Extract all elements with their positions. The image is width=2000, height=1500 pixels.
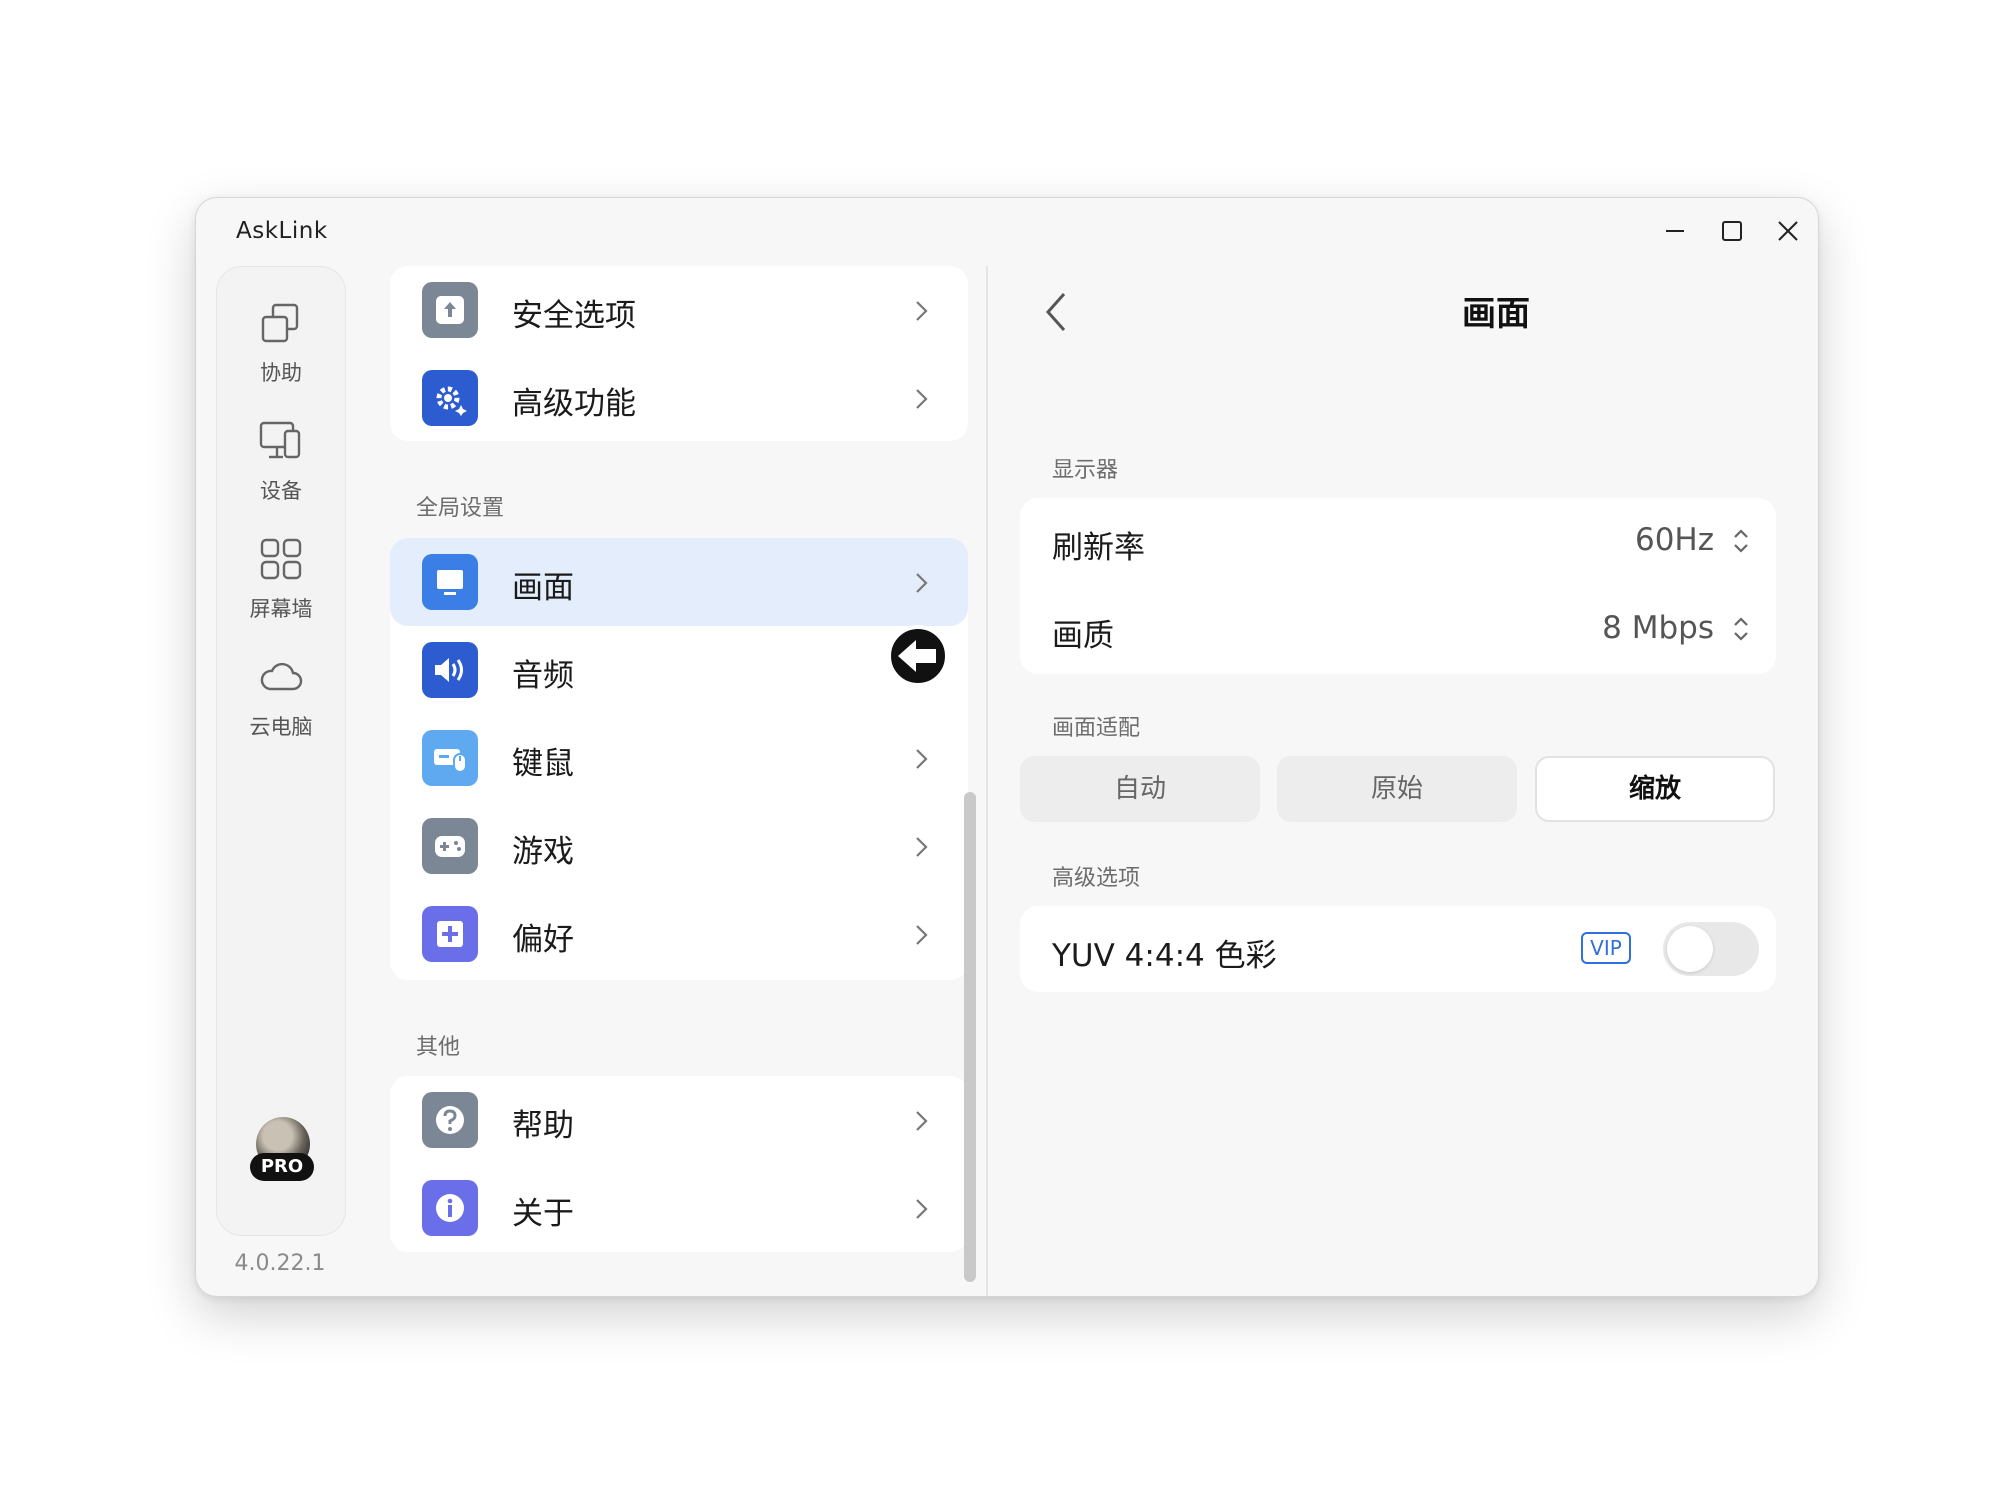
menu-item-game[interactable]: 游戏 bbox=[390, 802, 968, 890]
chevron-up-down-icon[interactable] bbox=[1732, 614, 1750, 644]
screen-wall-icon bbox=[260, 538, 302, 580]
info-icon bbox=[422, 1180, 478, 1236]
cloud-icon bbox=[260, 662, 303, 691]
menu-item-label: 画面 bbox=[512, 570, 574, 606]
rail-label: 设备 bbox=[260, 479, 302, 503]
quality-select[interactable]: 8 Mbps bbox=[1602, 610, 1714, 646]
vip-badge: VIP bbox=[1581, 932, 1631, 964]
settings-menu: 安全选项 高级功能 全局设置 画面 音频 键鼠 游戏 偏好 其他 帮助 关于 bbox=[374, 266, 978, 1296]
chevron-right-icon bbox=[916, 837, 928, 857]
menu-item-label: 高级功能 bbox=[512, 386, 636, 422]
menu-item-label: 音频 bbox=[512, 658, 574, 694]
menu-item-help[interactable]: 帮助 bbox=[390, 1076, 968, 1164]
rail-item-collaborate[interactable]: 协助 bbox=[217, 295, 345, 405]
menu-item-display[interactable]: 画面 bbox=[390, 538, 968, 626]
menu-scrollbar[interactable] bbox=[964, 792, 976, 1282]
section-title-other: 其他 bbox=[416, 1035, 461, 1060]
menu-item-about[interactable]: 关于 bbox=[390, 1164, 968, 1252]
chevron-right-icon bbox=[916, 301, 928, 321]
collaborate-icon bbox=[261, 303, 299, 343]
quality-row: 画质 8 Mbps bbox=[1020, 586, 1776, 674]
yuv-toggle[interactable] bbox=[1663, 922, 1759, 976]
menu-item-preferences[interactable]: 偏好 bbox=[390, 890, 968, 978]
section-title-fit: 画面适配 bbox=[1052, 716, 1141, 741]
devices-icon bbox=[259, 421, 301, 459]
close-icon bbox=[1778, 221, 1798, 241]
menu-item-label: 键鼠 bbox=[512, 746, 574, 782]
section-title-global: 全局设置 bbox=[416, 496, 505, 521]
refresh-rate-row: 刷新率 60Hz bbox=[1020, 498, 1776, 586]
menu-card-global: 画面 音频 键鼠 游戏 偏好 bbox=[390, 538, 968, 980]
rail-item-cloud-pc[interactable]: 云电脑 bbox=[217, 649, 345, 759]
menu-item-label: 安全选项 bbox=[512, 298, 636, 334]
minimize-button[interactable] bbox=[1649, 208, 1701, 254]
minimize-icon bbox=[1666, 230, 1684, 232]
gear-sparkle-icon bbox=[422, 370, 478, 426]
menu-item-advanced[interactable]: 高级功能 bbox=[390, 354, 968, 442]
section-title-advanced: 高级选项 bbox=[1052, 866, 1141, 891]
security-upload-icon bbox=[422, 282, 478, 338]
maximize-icon bbox=[1722, 221, 1742, 241]
menu-item-label: 偏好 bbox=[512, 922, 574, 958]
rail-label: 云电脑 bbox=[249, 715, 313, 739]
menu-item-security[interactable]: 安全选项 bbox=[390, 266, 968, 354]
version-label: 4.0.22.1 bbox=[234, 1251, 326, 1276]
fit-option-auto[interactable]: 自动 bbox=[1020, 756, 1260, 822]
toggle-knob bbox=[1667, 926, 1713, 972]
menu-card-other: 帮助 关于 bbox=[390, 1076, 968, 1252]
page-title: 画面 bbox=[1462, 294, 1530, 334]
fit-option-original[interactable]: 原始 bbox=[1277, 756, 1517, 822]
menu-item-label: 帮助 bbox=[512, 1108, 574, 1144]
yuv-label: YUV 4:4:4 色彩 bbox=[1052, 938, 1277, 974]
pro-badge: PRO bbox=[250, 1153, 314, 1181]
back-button[interactable] bbox=[1036, 286, 1076, 338]
menu-item-label: 游戏 bbox=[512, 834, 574, 870]
quality-label: 画质 bbox=[1052, 618, 1114, 654]
speaker-icon bbox=[422, 642, 478, 698]
close-button[interactable] bbox=[1762, 208, 1814, 254]
plus-box-icon bbox=[422, 906, 478, 962]
refresh-rate-label: 刷新率 bbox=[1052, 530, 1145, 566]
rail-label: 屏幕墙 bbox=[249, 597, 313, 621]
display-card: 刷新率 60Hz 画质 8 Mbps bbox=[1020, 498, 1776, 674]
fit-option-scale[interactable]: 缩放 bbox=[1535, 756, 1775, 822]
rail-item-devices[interactable]: 设备 bbox=[217, 413, 345, 523]
user-avatar[interactable]: PRO bbox=[250, 1117, 314, 1189]
back-arrow-cursor-icon bbox=[887, 625, 949, 687]
chevron-right-icon bbox=[916, 925, 928, 945]
keyboard-mouse-icon bbox=[422, 730, 478, 786]
menu-item-label: 关于 bbox=[512, 1196, 574, 1232]
menu-item-audio[interactable]: 音频 bbox=[390, 626, 968, 714]
rail-label: 协助 bbox=[260, 361, 302, 385]
nav-rail: 协助 设备 屏幕墙 云电脑 PRO bbox=[216, 266, 346, 1236]
gamepad-icon bbox=[422, 818, 478, 874]
menu-card-top: 安全选项 高级功能 bbox=[390, 266, 968, 441]
panel-divider bbox=[986, 266, 988, 1296]
chevron-right-icon bbox=[916, 749, 928, 769]
rail-item-screen-wall[interactable]: 屏幕墙 bbox=[217, 531, 345, 641]
maximize-button[interactable] bbox=[1706, 208, 1758, 254]
app-window: AskLink 协助 设备 屏幕墙 云电脑 PRO 4.0.22.1 安全选项 … bbox=[195, 197, 1819, 1297]
chevron-right-icon bbox=[916, 1111, 928, 1131]
chevron-up-down-icon[interactable] bbox=[1732, 526, 1750, 556]
monitor-icon bbox=[422, 554, 478, 610]
menu-item-keyboard-mouse[interactable]: 键鼠 bbox=[390, 714, 968, 802]
section-title-display: 显示器 bbox=[1052, 458, 1119, 483]
chevron-right-icon bbox=[916, 573, 928, 593]
refresh-rate-select[interactable]: 60Hz bbox=[1635, 522, 1714, 558]
chevron-right-icon bbox=[916, 1199, 928, 1219]
chevron-right-icon bbox=[916, 389, 928, 409]
window-title: AskLink bbox=[236, 218, 328, 244]
help-icon bbox=[422, 1092, 478, 1148]
